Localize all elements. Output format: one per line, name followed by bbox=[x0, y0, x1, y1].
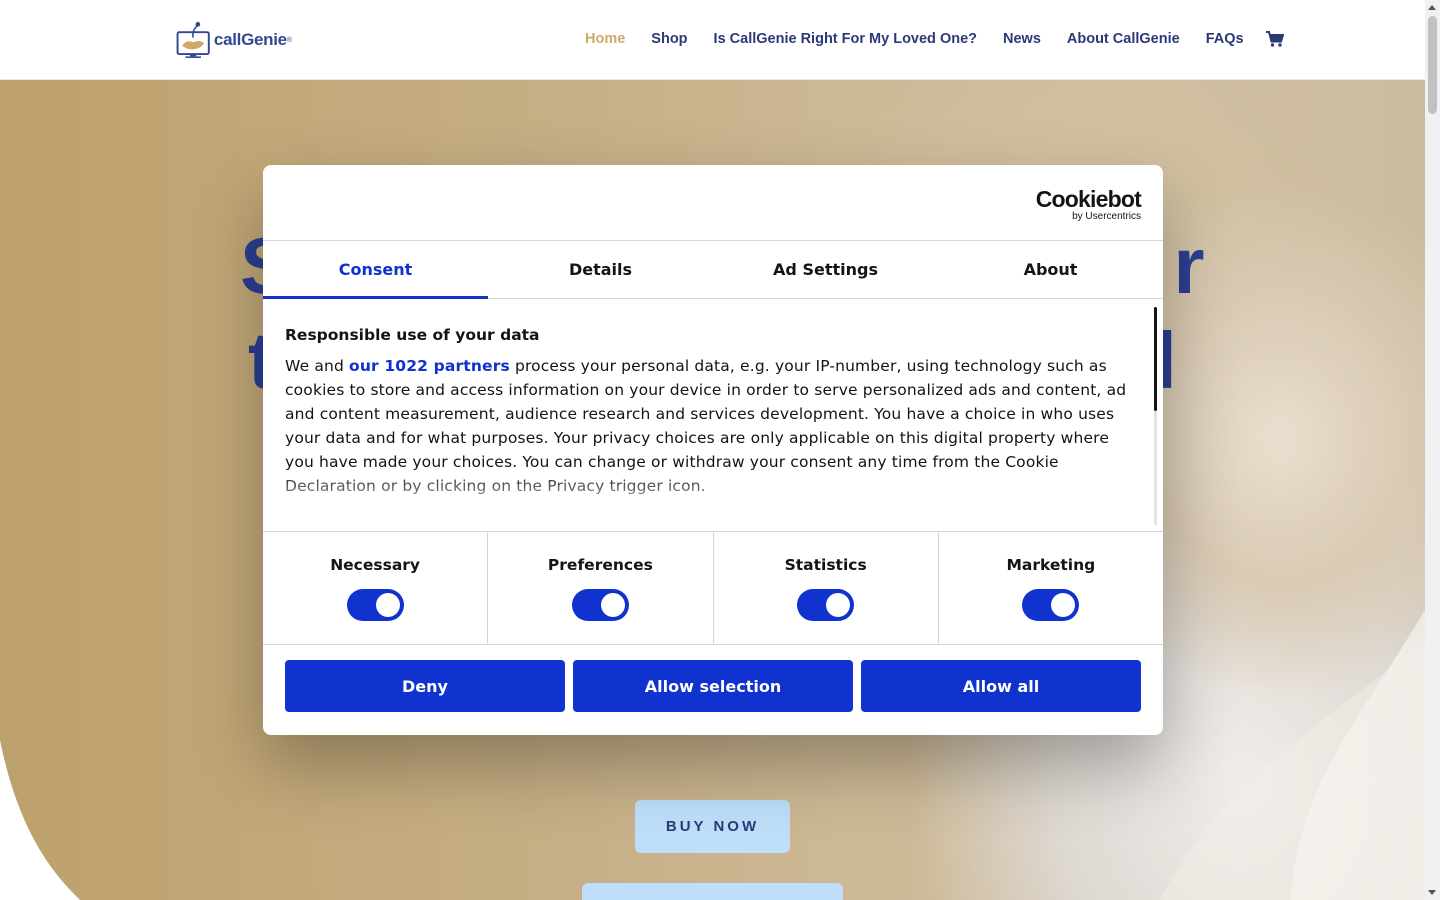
deny-button[interactable]: Deny bbox=[285, 660, 565, 712]
allow-all-button[interactable]: Allow all bbox=[861, 660, 1141, 712]
toggle-label-marketing: Marketing bbox=[1006, 556, 1096, 574]
allow-selection-button[interactable]: Allow selection bbox=[573, 660, 853, 712]
cookiebot-logo[interactable]: Cookiebot by Usercentrics bbox=[1035, 186, 1142, 222]
tab-ad-settings[interactable]: Ad Settings bbox=[713, 241, 938, 298]
toggle-label-necessary: Necessary bbox=[330, 556, 421, 574]
marketing-switch[interactable] bbox=[1022, 589, 1080, 621]
tab-consent[interactable]: Consent bbox=[263, 241, 488, 299]
body-scrollbar-thumb[interactable] bbox=[1154, 307, 1157, 411]
partners-link[interactable]: our 1022 partners bbox=[349, 357, 510, 375]
cookie-consent-dialog: Cookiebot by Usercentrics Consent Detail… bbox=[263, 165, 1163, 735]
consent-toggles: Necessary Preferences Statistics Marketi… bbox=[263, 532, 1163, 645]
tab-about[interactable]: About bbox=[938, 241, 1163, 298]
consent-body[interactable]: Responsible use of your data We and our … bbox=[263, 299, 1163, 532]
page-scrollbar-thumb[interactable] bbox=[1428, 16, 1437, 114]
tab-details[interactable]: Details bbox=[488, 241, 713, 298]
consent-title: Responsible use of your data bbox=[285, 326, 540, 344]
scroll-down-arrow-icon[interactable] bbox=[1428, 890, 1436, 895]
dialog-header: Cookiebot by Usercentrics bbox=[263, 165, 1163, 241]
switch-knob bbox=[826, 593, 851, 617]
cookiebot-sub: by Usercentrics bbox=[1072, 211, 1141, 222]
toggle-label-statistics: Statistics bbox=[784, 556, 867, 574]
switch-knob bbox=[375, 593, 400, 617]
switch-knob bbox=[1051, 593, 1076, 617]
statistics-switch[interactable] bbox=[797, 589, 855, 621]
text-fade bbox=[263, 471, 1163, 531]
dialog-actions: Deny Allow selection Allow all bbox=[263, 645, 1163, 712]
cookiebot-brand: Cookiebot bbox=[1035, 186, 1142, 212]
toggle-cell-preferences: Preferences bbox=[488, 532, 714, 644]
necessary-switch[interactable] bbox=[346, 589, 404, 621]
page-scrollbar[interactable] bbox=[1425, 0, 1440, 900]
preferences-switch[interactable] bbox=[571, 589, 629, 621]
switch-knob bbox=[600, 593, 625, 617]
toggle-cell-necessary: Necessary bbox=[263, 532, 489, 644]
toggle-cell-statistics: Statistics bbox=[714, 532, 939, 644]
toggle-label-preferences: Preferences bbox=[547, 556, 653, 574]
dialog-tabs: Consent Details Ad Settings About bbox=[263, 241, 1163, 299]
toggle-cell-marketing: Marketing bbox=[939, 532, 1163, 644]
scroll-up-arrow-icon[interactable] bbox=[1428, 5, 1436, 10]
